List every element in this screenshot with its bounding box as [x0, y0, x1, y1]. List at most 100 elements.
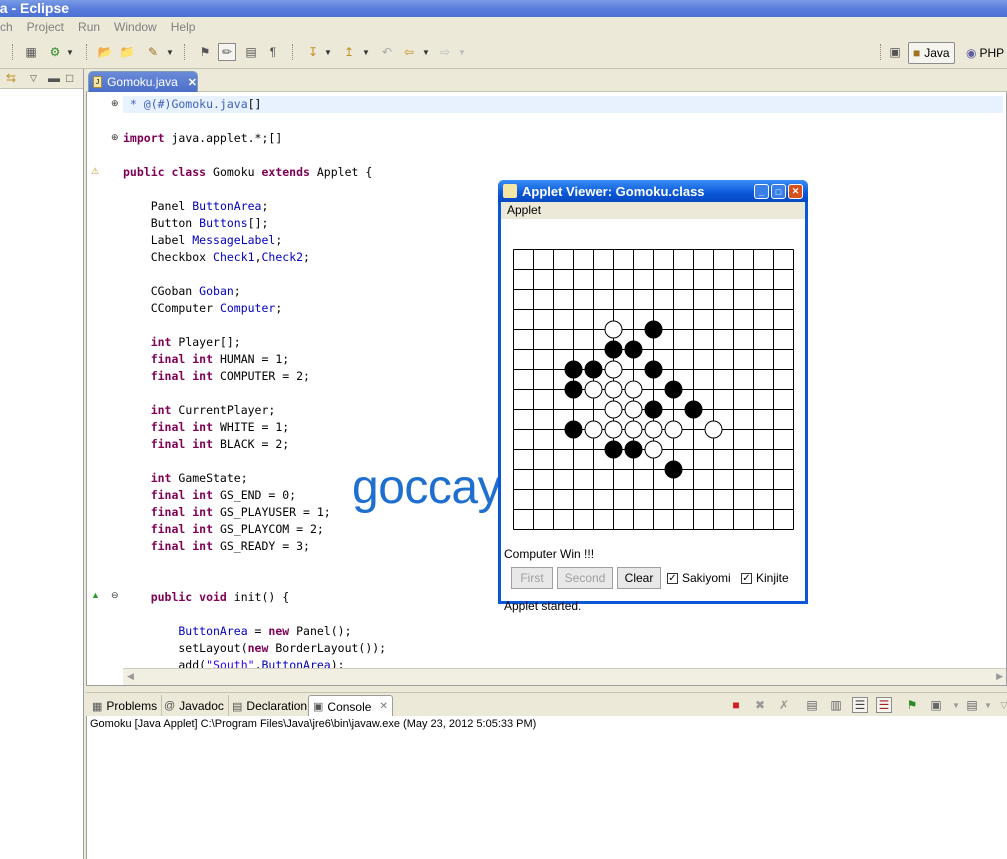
pin-console-icon[interactable]: ⚑ [904, 697, 920, 713]
editor-tab-gomoku[interactable]: J Gomoku.java ✕ [88, 71, 198, 92]
debug-icon[interactable]: ⚙ [46, 43, 64, 61]
chevron-down-icon[interactable]: ▼ [66, 43, 74, 61]
scroll-right-icon[interactable]: ▶ [996, 671, 1003, 682]
open-perspective-icon[interactable]: ▣ [886, 43, 904, 61]
clear-console-icon[interactable]: ▤ [804, 697, 820, 713]
maximize-icon[interactable]: □ [66, 71, 73, 85]
display-console-icon[interactable]: ▣ [928, 697, 944, 713]
applet-canvas: Computer Win !!! First Second Clear ✓ Sa… [501, 219, 805, 613]
search-icon[interactable]: ✎ [144, 43, 162, 61]
chevron-down-icon[interactable]: ▼ [980, 697, 996, 713]
code-content[interactable]: * @(#)Gomoku.java[] import java.applet.*;… [123, 96, 386, 674]
toggle-highlight-icon[interactable]: ✏ [218, 43, 236, 61]
perspective-java-label: Java [924, 46, 950, 60]
java-cup-icon [503, 184, 517, 198]
code-token: Panel [123, 199, 193, 213]
toolbar-separator [184, 44, 186, 60]
code-token: ButtonArea [123, 624, 248, 638]
show-error-output-icon[interactable]: ☰ [876, 697, 892, 713]
maximize-icon[interactable]: □ [771, 184, 786, 199]
clear-button[interactable]: Clear [617, 567, 661, 589]
chevron-down-icon[interactable]: ▼ [362, 43, 370, 61]
close-icon[interactable]: ✕ [188, 76, 197, 89]
applet-title-bar[interactable]: Applet Viewer: Gomoku.class _ □ ✕ [498, 180, 808, 202]
minimize-icon[interactable]: ▬ [48, 71, 60, 85]
white-stone [604, 360, 623, 379]
java-file-icon: J [93, 76, 103, 88]
code-token: []; [247, 216, 269, 230]
editor-gutter: ⊕ ⊕ ⚠ ▲ ⊖ [87, 92, 121, 685]
kinjite-label: Kinjite [756, 571, 789, 585]
terminate-icon[interactable]: ■ [728, 697, 744, 713]
console-view[interactable]: Gomoku [Java Applet] C:\Program Files\Ja… [86, 716, 1007, 859]
tab-problems[interactable]: ▦ Problems [88, 695, 163, 717]
remove-all-launches-icon[interactable]: ✗ [776, 697, 792, 713]
close-icon[interactable]: ✕ [379, 701, 387, 712]
applet-menu[interactable]: Applet [501, 202, 805, 219]
show-console-output-icon[interactable]: ☰ [852, 697, 868, 713]
code-line: final int WHITE = 1; [123, 419, 386, 436]
show-whitespace-icon[interactable]: ¶ [264, 43, 282, 61]
previous-annotation-icon[interactable]: ↥ [340, 43, 358, 61]
code-token: HUMAN = 1; [213, 352, 290, 366]
menu-help[interactable]: Help [171, 20, 196, 34]
code-line: int CurrentPlayer; [123, 402, 386, 419]
chevron-down-icon[interactable]: ▼ [458, 43, 466, 61]
code-token: BLACK = 2; [213, 437, 290, 451]
menu-project[interactable]: Project [27, 20, 64, 34]
next-annotation-icon[interactable]: ↧ [304, 43, 322, 61]
menu-window[interactable]: Window [114, 20, 157, 34]
open-console-icon[interactable]: ▤ [964, 697, 980, 713]
mark-occurrences-icon[interactable]: ⚑ [196, 43, 214, 61]
gomoku-board[interactable] [513, 249, 794, 530]
code-line: Label MessageLabel; [123, 232, 386, 249]
chevron-down-icon[interactable]: ▼ [948, 697, 964, 713]
code-line: int GameState; [123, 470, 386, 487]
second-button[interactable]: Second [557, 567, 613, 589]
scroll-lock-icon[interactable]: ▥ [828, 697, 844, 713]
perspective-java[interactable]: ■ Java [908, 42, 955, 64]
remove-launch-icon[interactable]: ✖ [752, 697, 768, 713]
kinjite-checkbox[interactable]: ✓ Kinjite [741, 571, 789, 585]
minimize-icon[interactable]: _ [754, 184, 769, 199]
perspective-php-label: PHP [979, 46, 1005, 60]
window-title-bar[interactable]: va - Eclipse [0, 0, 1007, 17]
tab-console[interactable]: ▣ Console ✕ [308, 695, 393, 717]
tab-declaration[interactable]: ▤ Declaration [228, 695, 313, 717]
sakiyomi-label: Sakiyomi [682, 571, 731, 585]
link-with-editor-icon[interactable]: ⇆ [6, 71, 16, 85]
open-type-icon[interactable]: 📁 [118, 43, 136, 61]
menu-run[interactable]: Run [78, 20, 100, 34]
view-menu-icon[interactable]: ▽ [996, 697, 1007, 713]
code-token: Button [123, 216, 200, 230]
black-stone [624, 340, 643, 359]
new-server-icon[interactable]: ▦ [22, 43, 40, 61]
collapse-icon[interactable]: ⊖ [111, 590, 119, 601]
view-menu-icon[interactable]: ▽ [30, 73, 37, 84]
code-line: final int COMPUTER = 2; [123, 368, 386, 385]
chevron-down-icon[interactable]: ▼ [422, 43, 430, 61]
expand-icon[interactable]: ⊕ [111, 132, 119, 143]
new-package-icon[interactable]: 📂 [96, 43, 114, 61]
block-selection-icon[interactable]: ▤ [242, 43, 260, 61]
first-button[interactable]: First [511, 567, 553, 589]
chevron-down-icon[interactable]: ▼ [324, 43, 332, 61]
perspective-php[interactable]: ◉ PHP [962, 42, 1007, 64]
code-token: final int [123, 352, 214, 366]
last-edit-icon[interactable]: ↶ [378, 43, 396, 61]
menu-search[interactable]: rch [0, 20, 13, 34]
white-stone [644, 440, 663, 459]
close-icon[interactable]: ✕ [788, 184, 803, 199]
left-view-panel: ⇆ ▽ ▬ □ [0, 69, 84, 859]
sakiyomi-checkbox[interactable]: ✓ Sakiyomi [667, 571, 731, 585]
back-icon[interactable]: ⇦ [400, 43, 418, 61]
code-line: final int GS_END = 0; [123, 487, 386, 504]
code-token: ; [275, 233, 283, 247]
expand-icon[interactable]: ⊕ [111, 98, 119, 109]
tab-javadoc[interactable]: @ Javadoc [160, 695, 229, 717]
chevron-down-icon[interactable]: ▼ [166, 43, 174, 61]
scroll-left-icon[interactable]: ◀ [127, 671, 134, 682]
horizontal-scrollbar[interactable]: ◀ ▶ [123, 668, 1006, 685]
forward-icon[interactable]: ⇨ [436, 43, 454, 61]
